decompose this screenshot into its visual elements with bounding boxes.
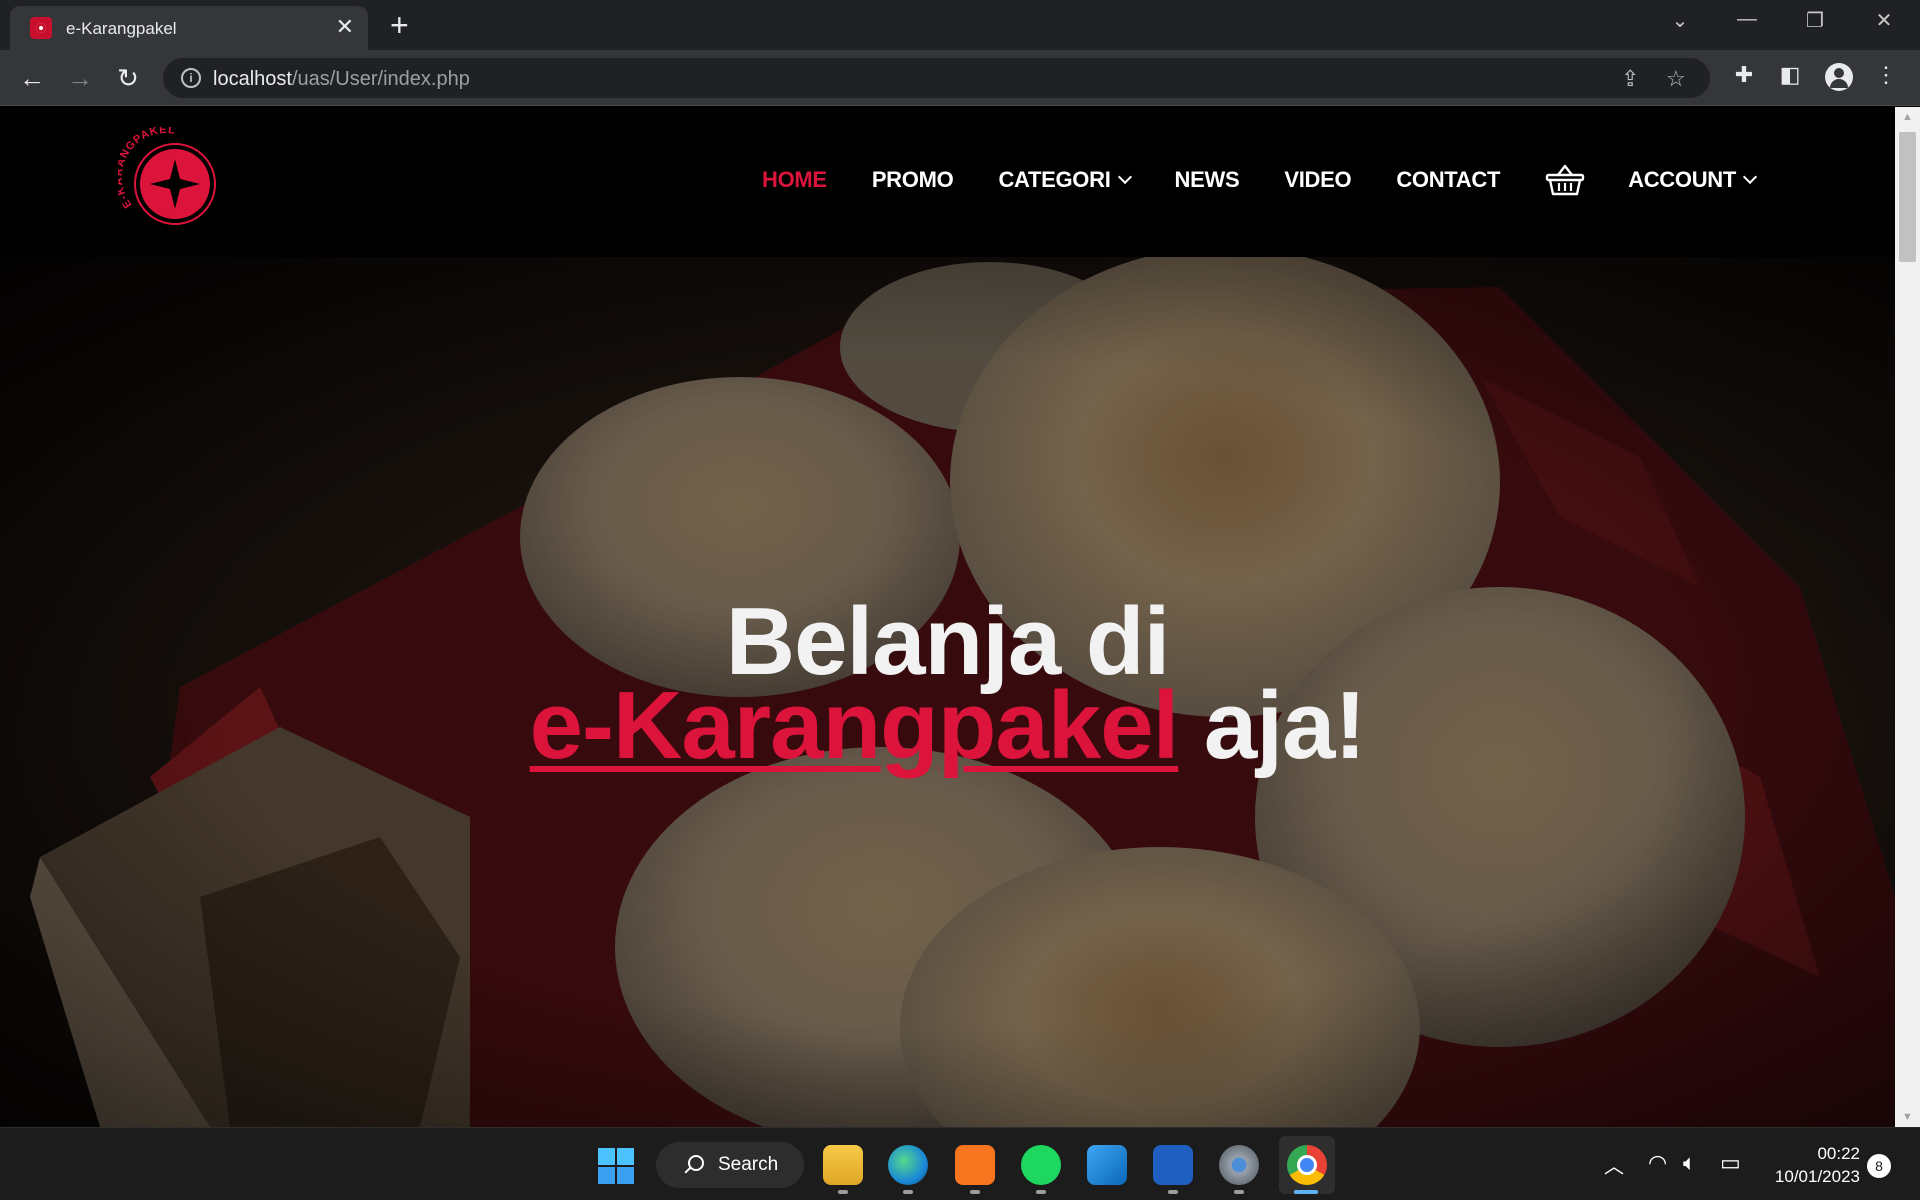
main-nav: HOME PROMO CATEGORI NEWS VIDEO CONTACT A… [762, 163, 1758, 197]
windows-start-icon[interactable] [598, 1148, 634, 1184]
taskbar-search[interactable]: Search [656, 1142, 804, 1188]
minimize-button[interactable]: — [1727, 8, 1767, 31]
battery-icon[interactable]: ▭ [1720, 1150, 1741, 1176]
wifi-icon[interactable]: ◠ [1648, 1150, 1667, 1176]
extensions-icon[interactable]: ✚ [1728, 62, 1760, 88]
hero-heading-line2: e-Karangpakel aja! [0, 671, 1895, 781]
app-running-indicator [1234, 1190, 1244, 1194]
forward-button[interactable]: → [62, 60, 98, 96]
nav-categori-label: CATEGORI [998, 167, 1111, 192]
xampp-icon[interactable] [955, 1145, 995, 1185]
chevron-down-icon [1117, 169, 1132, 185]
hero-banner: Belanja di e-Karangpakel aja! [0, 257, 1895, 1127]
close-window-button[interactable]: ✕ [1864, 8, 1904, 33]
nav-home[interactable]: HOME [762, 167, 827, 193]
reload-button[interactable]: ↻ [110, 60, 146, 96]
page-scrollbar[interactable]: ▲ ▼ [1895, 107, 1920, 1127]
menu-icon[interactable]: ⋮ [1870, 62, 1902, 88]
url-text[interactable]: localhost/uas/User/index.php [213, 68, 470, 91]
notification-badge[interactable]: 8 [1867, 1154, 1891, 1178]
vscode-icon[interactable] [1087, 1145, 1127, 1185]
restore-button[interactable]: ❐ [1795, 8, 1835, 33]
nav-promo[interactable]: PROMO [872, 167, 954, 193]
profile-avatar-icon[interactable] [1825, 63, 1853, 91]
clock-time: 00:22 [1817, 1144, 1860, 1163]
show-hidden-icons-icon[interactable]: ︿ [1604, 1150, 1624, 1179]
scrollbar-thumb[interactable] [1899, 132, 1916, 262]
spotify-icon[interactable] [1021, 1145, 1061, 1185]
windows-taskbar: Search ︿ ◠ 🔈︎ ▭ 00:22 10/01/2023 8 [0, 1127, 1920, 1200]
volume-icon[interactable]: 🔈︎ [1683, 1150, 1696, 1176]
chevron-down-icon [1742, 169, 1758, 185]
word-icon[interactable] [1153, 1145, 1193, 1185]
settings-gear-icon[interactable] [1219, 1145, 1259, 1185]
share-icon[interactable]: ⇪ [1621, 66, 1639, 92]
hero-heading-suffix: aja! [1178, 672, 1366, 779]
new-tab-button[interactable]: + [390, 8, 409, 42]
search-icon [688, 1155, 704, 1171]
browser-tab[interactable]: e-Karangpakel ✕ [10, 6, 368, 50]
address-bar[interactable]: i localhost/uas/User/index.php ⇪ ☆ [163, 58, 1710, 98]
app-active-indicator [1294, 1190, 1318, 1194]
app-running-indicator [838, 1190, 848, 1194]
edge-icon[interactable] [888, 1145, 928, 1185]
url-host: localhost [213, 68, 292, 90]
tab-close-icon[interactable]: ✕ [336, 14, 354, 40]
nav-video[interactable]: VIDEO [1284, 167, 1351, 193]
nav-categori[interactable]: CATEGORI [998, 167, 1132, 193]
app-running-indicator [970, 1190, 980, 1194]
nav-account-label: ACCOUNT [1628, 167, 1737, 192]
file-explorer-icon[interactable] [823, 1145, 863, 1185]
system-clock[interactable]: 00:22 10/01/2023 [1760, 1142, 1860, 1188]
scroll-down-arrow-icon[interactable]: ▼ [1895, 1111, 1920, 1123]
page-viewport: E-KARANGPAKEL HOME PROMO CATEGORI NEWS V… [0, 107, 1895, 1127]
app-running-indicator [903, 1190, 913, 1194]
scroll-up-arrow-icon[interactable]: ▲ [1895, 111, 1920, 123]
nav-news[interactable]: NEWS [1175, 167, 1240, 193]
nav-account[interactable]: ACCOUNT [1628, 167, 1758, 193]
site-favicon-icon [30, 17, 52, 39]
app-running-indicator [1168, 1190, 1178, 1194]
tab-title: e-Karangpakel [66, 19, 177, 38]
url-path: /uas/User/index.php [291, 68, 470, 90]
nav-contact[interactable]: CONTACT [1396, 167, 1500, 193]
bookmark-star-icon[interactable]: ☆ [1666, 66, 1686, 92]
site-info-icon[interactable]: i [181, 68, 201, 88]
site-header: E-KARANGPAKEL HOME PROMO CATEGORI NEWS V… [0, 107, 1895, 257]
basket-icon[interactable] [1545, 163, 1585, 197]
tab-search-icon[interactable]: ⌄ [1660, 8, 1700, 33]
app-running-indicator [1036, 1190, 1046, 1194]
taskbar-search-label: Search [718, 1154, 779, 1175]
hero-brand-link[interactable]: e-Karangpakel [530, 672, 1180, 779]
browser-tabstrip: e-Karangpakel ✕ + ⌄ — ❐ ✕ [0, 0, 1920, 50]
side-panel-icon[interactable]: ◧ [1774, 62, 1806, 88]
browser-toolbar: ← → ↻ i localhost/uas/User/index.php ⇪ ☆… [0, 50, 1920, 106]
back-button[interactable]: ← [14, 60, 50, 96]
chrome-icon-center [1297, 1155, 1317, 1175]
clock-date: 10/01/2023 [1774, 1167, 1860, 1186]
site-logo[interactable]: E-KARANGPAKEL [118, 127, 218, 227]
